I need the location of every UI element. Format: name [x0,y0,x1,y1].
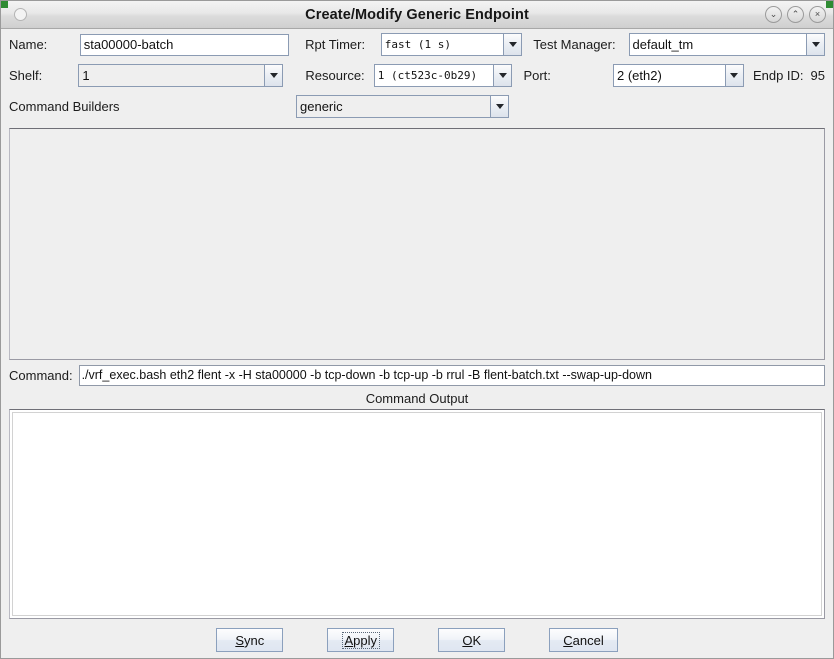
maximize-icon[interactable]: ⌃ [787,6,804,23]
name-input[interactable]: sta00000-batch [79,33,290,56]
command-builders-dropdown[interactable]: generic [296,95,509,118]
resource-value: 1 (ct523c-0b29) [373,64,494,87]
resource-dropdown[interactable]: 1 (ct523c-0b29) [373,64,513,87]
close-icon[interactable]: × [809,6,826,23]
apply-button-mnemonic: A [344,632,354,648]
endp-id-label: Endp ID: [752,68,804,83]
command-builders-value: generic [296,95,490,118]
create-modify-generic-endpoint-window: Create/Modify Generic Endpoint ⌄ ⌃ × Nam… [0,0,834,659]
chevron-down-icon [493,64,513,87]
shelf-dropdown[interactable]: 1 [78,64,284,87]
chevron-down-icon [806,33,825,56]
command-output-text [12,412,822,616]
shelf-label: Shelf: [9,68,43,83]
minimize-icon[interactable]: ⌄ [765,6,782,23]
endpoint-form: Name: sta00000-batch Rpt Timer: fast (1 … [1,29,833,122]
rpt-timer-dropdown[interactable]: fast (1 s) [380,33,523,56]
chevron-down-icon [490,95,509,118]
port-value: 2 (eth2) [612,64,725,87]
dialog-button-bar: Sync Apply OK Cancel [1,619,833,658]
test-manager-value: default_tm [628,33,806,56]
command-output-section: Command Output [9,390,825,619]
command-output-title: Command Output [365,391,469,406]
rpt-timer-label: Rpt Timer: [305,37,366,52]
window-corner-accent-left [1,1,8,8]
sync-button-mnemonic: S [235,632,244,648]
window-corner-accent-right [826,1,833,8]
command-builders-label: Command Builders [9,99,120,114]
window-title: Create/Modify Generic Endpoint [305,6,529,23]
apply-button-label: pply [353,632,378,648]
shelf-value: 1 [78,64,265,87]
name-label: Name: [9,37,48,52]
chevron-down-icon [503,33,523,56]
cancel-button-mnemonic: C [563,632,573,648]
port-dropdown[interactable]: 2 (eth2) [612,64,744,87]
form-row-1: Name: sta00000-batch Rpt Timer: fast (1 … [9,29,825,60]
command-label: Command: [9,367,73,383]
window-menu-icon[interactable] [14,8,27,21]
port-label: Port: [523,68,551,83]
apply-button[interactable]: Apply [327,628,395,652]
chevron-down-icon [724,64,744,87]
command-builder-panel[interactable] [9,128,825,360]
window-controls: ⌄ ⌃ × [765,6,826,23]
sync-button[interactable]: Sync [216,628,284,652]
ok-button-mnemonic: O [462,632,473,648]
cancel-button-label: ancel [572,632,604,648]
resource-label: Resource: [305,68,365,83]
test-manager-label: Test Manager: [533,37,616,52]
sync-button-label: ync [243,632,265,648]
command-input[interactable]: ./vrf_exec.bash eth2 flent -x -H sta0000… [78,364,825,386]
rpt-timer-value: fast (1 s) [380,33,504,56]
ok-button[interactable]: OK [438,628,506,652]
cancel-button[interactable]: Cancel [549,628,618,652]
endp-id-value: 95 [810,68,825,83]
title-bar[interactable]: Create/Modify Generic Endpoint ⌄ ⌃ × [1,1,833,29]
form-row-3: Command Builders generic [9,91,825,122]
chevron-down-icon [264,64,284,87]
command-row: Command: ./vrf_exec.bash eth2 flent -x -… [1,360,833,390]
ok-button-label: K [472,632,482,648]
command-output-box[interactable] [9,409,825,619]
form-row-2: Shelf: 1 Resource: 1 (ct523c-0b29) Port:… [9,60,825,91]
test-manager-dropdown[interactable]: default_tm [628,33,825,56]
